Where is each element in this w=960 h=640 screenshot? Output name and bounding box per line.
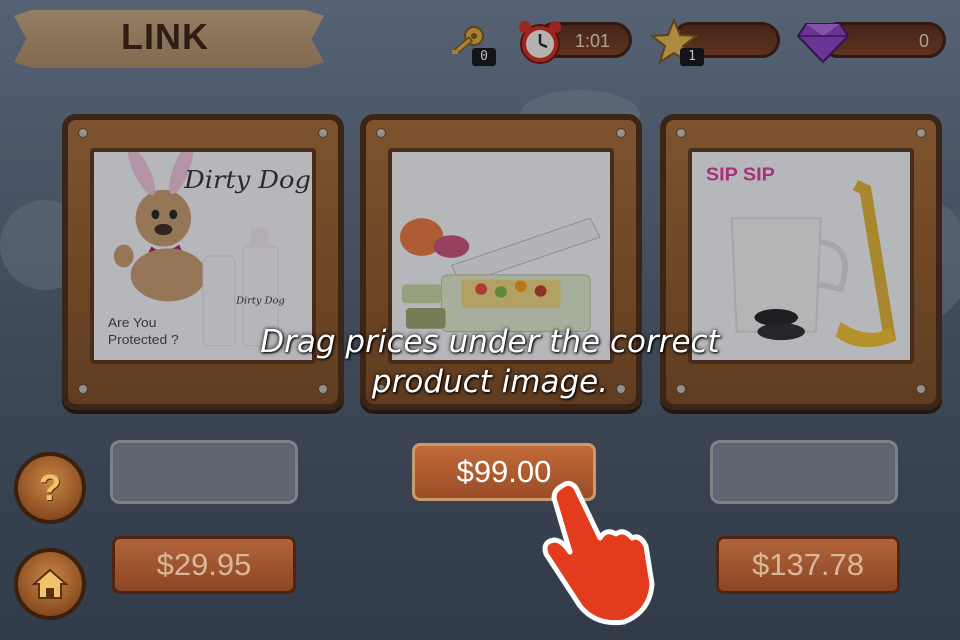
price-tile-draggable[interactable]: $29.95 (112, 536, 296, 594)
price-tile-label: $99.00 (456, 454, 552, 489)
frame-bolt (916, 128, 926, 138)
frame-bolt (318, 128, 328, 138)
frame-bolt (616, 128, 626, 138)
price-drop-slot-3[interactable] (710, 440, 898, 504)
alarm-clock-icon (514, 16, 566, 68)
gem-icon (796, 18, 850, 66)
frame-bolt (916, 384, 926, 394)
price-tile-label: $137.78 (751, 547, 865, 582)
sip-brand: SIP SIP (706, 164, 775, 185)
price-tile-label: $29.95 (156, 547, 252, 582)
tutorial-instruction: Drag prices under the correct product im… (260, 324, 720, 400)
frame-bolt (676, 128, 686, 138)
svg-text:Are You: Are You (108, 315, 157, 330)
frame-bolt (376, 128, 386, 138)
help-button[interactable]: ? (14, 452, 86, 524)
price-drop-slot-1[interactable] (110, 440, 298, 504)
frame-bolt (78, 384, 88, 394)
svg-text:Protected ?: Protected ? (108, 332, 179, 347)
page-title: LINK (121, 16, 209, 57)
keys-count: 0 (472, 48, 496, 66)
price-tile-draggable[interactable]: $137.78 (716, 536, 900, 594)
home-button[interactable] (14, 548, 86, 620)
svg-text:Dirty Dog: Dirty Dog (235, 295, 285, 306)
question-mark-icon: ? (39, 467, 61, 508)
gems-count: 0 (918, 31, 929, 51)
hand-pointer-icon (540, 476, 660, 626)
home-icon (31, 568, 69, 599)
timer-value: 1:01 (575, 31, 611, 51)
stars-count: 1 (680, 48, 704, 66)
dirty-dog-brand: Dirty Dog (183, 165, 311, 193)
frame-bolt (78, 128, 88, 138)
